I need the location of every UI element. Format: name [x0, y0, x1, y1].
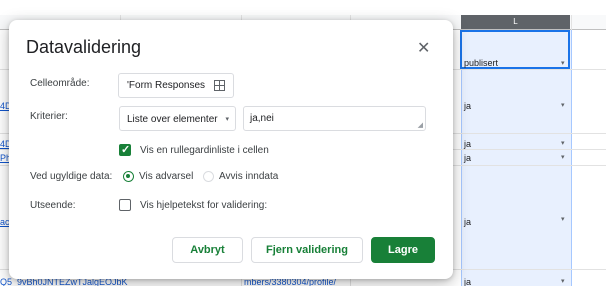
cell-l-value[interactable]: ja [464, 277, 471, 286]
invalid-data-label: Ved ugyldige data: [30, 171, 113, 182]
criteria-list-input[interactable]: ja,nei ◢ [243, 106, 426, 131]
remove-validation-button[interactable]: Fjern validering [251, 237, 363, 263]
check-icon: ✓ [121, 144, 131, 156]
help-text-checkbox[interactable] [119, 199, 131, 211]
save-button[interactable]: Lagre [371, 237, 435, 263]
reject-input-label[interactable]: Avvis inndata [219, 171, 278, 182]
cell-dropdown-icon[interactable]: ▾ [561, 101, 565, 109]
chevron-down-icon: ▾ [225, 116, 229, 123]
show-dropdown-label[interactable]: Vis en rullegardinliste i cellen [140, 145, 269, 156]
cell-l-value[interactable]: ja [464, 153, 471, 163]
cell-l-value[interactable]: ja [464, 139, 471, 149]
data-validation-dialog: Datavalidering ✕ Celleområde: 'Form Resp… [9, 20, 453, 279]
reject-input-radio[interactable] [203, 171, 214, 182]
help-text-label[interactable]: Vis hjelpetekst for validering: [140, 200, 267, 211]
appearance-label: Utseende: [30, 200, 76, 211]
show-warning-radio[interactable] [123, 171, 134, 182]
cell-dropdown-icon[interactable]: ▾ [561, 59, 565, 67]
cell-range-field[interactable]: 'Form Responses [118, 73, 234, 98]
column-header-l[interactable]: L [461, 15, 570, 29]
dialog-title: Datavalidering [26, 37, 142, 57]
cell-dropdown-icon[interactable]: ▾ [561, 277, 565, 285]
select-range-icon[interactable] [214, 80, 225, 91]
cell-l-value[interactable]: ja [464, 101, 471, 111]
criteria-list-value: ja,nei [250, 113, 274, 124]
resize-handle-icon[interactable]: ◢ [418, 121, 423, 129]
show-dropdown-checkbox[interactable]: ✓ [119, 144, 131, 156]
cell-range-label: Celleområde: [30, 78, 90, 89]
cell-dropdown-icon[interactable]: ▾ [561, 215, 565, 223]
cell-l-value[interactable]: ja [464, 217, 471, 227]
cancel-button[interactable]: Avbryt [172, 237, 243, 263]
close-icon[interactable]: ✕ [417, 38, 430, 58]
cell-range-value: 'Form Responses [127, 80, 206, 91]
criteria-type-select[interactable]: Liste over elementer ▾ [119, 106, 236, 131]
criteria-label: Kriterier: [30, 111, 68, 122]
show-warning-label[interactable]: Vis advarsel [139, 171, 193, 182]
criteria-type-value: Liste over elementer [127, 114, 218, 125]
cell-dropdown-icon[interactable]: ▾ [561, 139, 565, 147]
cell-dropdown-icon[interactable]: ▾ [561, 153, 565, 161]
cell-l-header-value: publisert [464, 58, 499, 68]
